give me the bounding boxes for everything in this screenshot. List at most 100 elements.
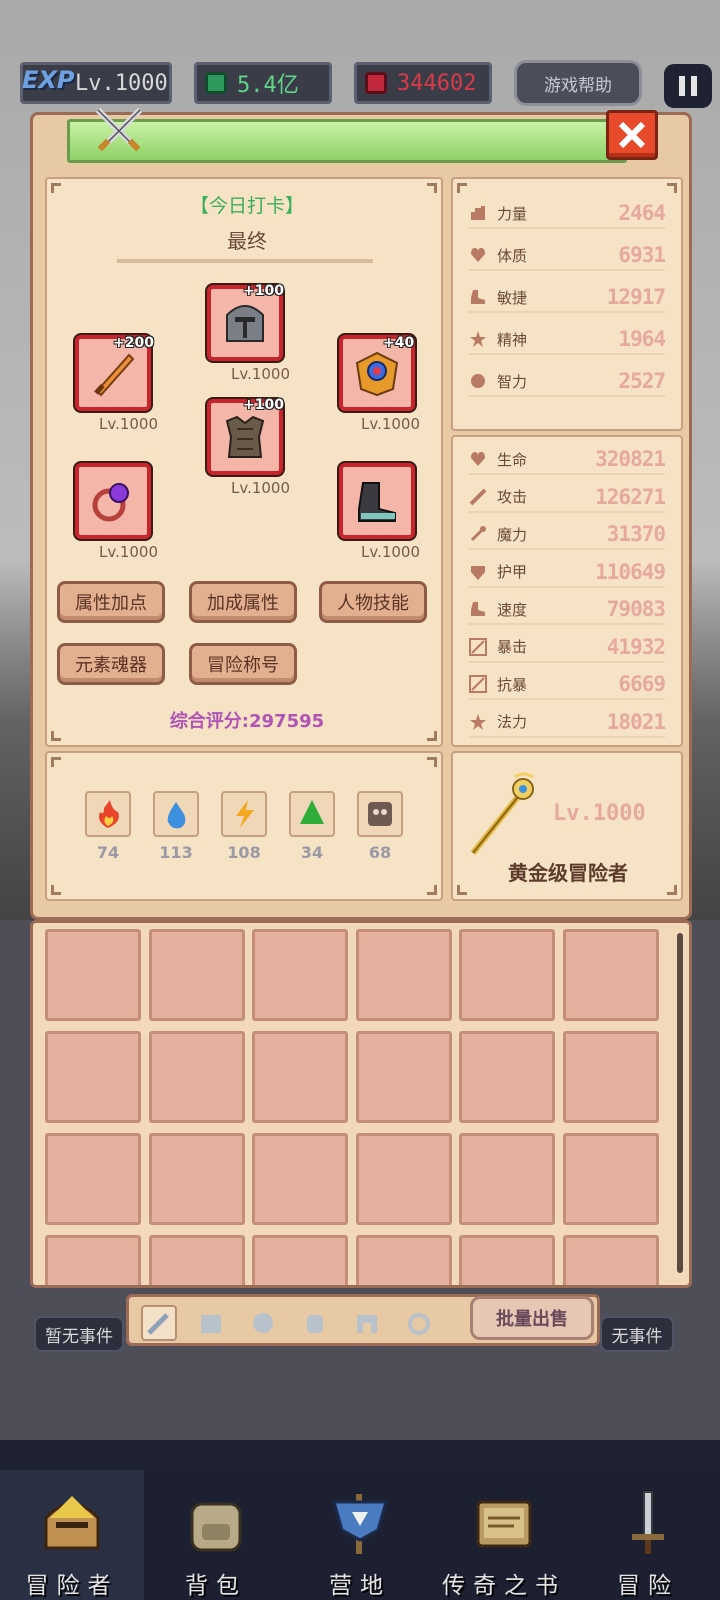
element-value: 68 bbox=[368, 843, 392, 862]
boots-slot[interactable] bbox=[339, 463, 415, 539]
inventory-scrollbar[interactable] bbox=[677, 933, 683, 1273]
nav-item-0[interactable]: 冒险者 bbox=[0, 1470, 144, 1600]
batch-sell-button[interactable]: 批量出售 bbox=[470, 1296, 594, 1340]
inventory-slot[interactable] bbox=[355, 1235, 452, 1285]
inventory-slot[interactable] bbox=[562, 1235, 659, 1285]
inventory-slot[interactable] bbox=[252, 929, 348, 1021]
inventory-slot[interactable] bbox=[252, 1235, 348, 1285]
inventory-slot[interactable] bbox=[148, 1133, 245, 1225]
tab-armor[interactable] bbox=[193, 1305, 229, 1341]
stat-row: 力量 2464 bbox=[469, 199, 666, 229]
attr-points-button[interactable]: 属性加点 bbox=[57, 581, 165, 623]
armor-icon bbox=[201, 1315, 221, 1333]
sword-icon bbox=[632, 1491, 664, 1554]
tab-rings[interactable] bbox=[401, 1305, 437, 1341]
stat-label: 生命 bbox=[497, 450, 528, 469]
pause-icon bbox=[679, 76, 685, 96]
element-earth[interactable]: 34 bbox=[289, 791, 335, 862]
nav-item-3[interactable]: 传奇之书 bbox=[432, 1470, 576, 1600]
inventory-slot[interactable] bbox=[355, 1133, 452, 1225]
stat-label: 精神 bbox=[497, 330, 528, 349]
stat-value: 6931 bbox=[618, 243, 666, 267]
crossed-swords-icon bbox=[95, 107, 143, 152]
nav-item-4[interactable]: 冒险 bbox=[576, 1470, 720, 1600]
element-icon-box bbox=[221, 791, 267, 837]
amulet-enhance: +40 bbox=[383, 335, 415, 351]
inventory-slot[interactable] bbox=[252, 1031, 348, 1123]
nav-label: 冒险者 bbox=[25, 1573, 119, 1599]
element-dark[interactable]: 68 bbox=[357, 791, 403, 862]
base-stats-section: 力量 2464 体质 6931 敏捷 12917 精神 1964 智力 2527 bbox=[451, 177, 683, 431]
stat-label: 暴击 bbox=[497, 638, 528, 656]
pause-button[interactable] bbox=[664, 64, 712, 108]
tab-helmets[interactable] bbox=[245, 1305, 281, 1341]
exp-icon: EXP bbox=[22, 66, 75, 94]
inventory-slot[interactable] bbox=[562, 1133, 659, 1225]
inventory-slot[interactable] bbox=[459, 1133, 555, 1225]
brain-icon bbox=[471, 374, 485, 388]
inventory-grid bbox=[30, 920, 692, 1288]
boot-icon bbox=[471, 290, 485, 304]
stat-row: 精神 1964 bbox=[469, 325, 666, 355]
helmet-level: Lv.1000 bbox=[231, 365, 291, 383]
inventory-slot[interactable] bbox=[148, 1235, 245, 1285]
tab-boots[interactable] bbox=[349, 1305, 385, 1341]
inventory-slot[interactable] bbox=[148, 1031, 245, 1123]
stat-row: 法力 18021 bbox=[469, 708, 666, 738]
close-button[interactable] bbox=[606, 110, 658, 160]
stat-row: 智力 2527 bbox=[469, 367, 666, 397]
crit-icon bbox=[469, 675, 487, 693]
ruby-icon bbox=[365, 72, 387, 94]
boot-icon bbox=[471, 602, 485, 616]
element-fire[interactable]: 74 bbox=[85, 791, 131, 862]
character-panel: 【今日打卡】 最终 +200 Lv.1000 +100 Lv.1000 +40 … bbox=[30, 112, 692, 920]
inventory-slot[interactable] bbox=[355, 929, 452, 1021]
stat-row: 魔力 31370 bbox=[469, 520, 666, 550]
ring-icon bbox=[92, 483, 129, 522]
rank-name: 黄金级冒险者 bbox=[508, 861, 628, 885]
rank-section: Lv.1000 黄金级冒险者 bbox=[451, 751, 683, 901]
inventory-slot[interactable] bbox=[459, 1031, 555, 1123]
element-water[interactable]: 113 bbox=[153, 791, 199, 862]
divider bbox=[117, 259, 373, 263]
inventory-slot[interactable] bbox=[148, 929, 245, 1021]
daily-checkin-link[interactable]: 【今日打卡】 bbox=[47, 191, 447, 218]
adv-title-button[interactable]: 冒险称号 bbox=[189, 643, 297, 685]
inventory-slot[interactable] bbox=[45, 1133, 141, 1225]
stat-label: 敏捷 bbox=[497, 288, 528, 307]
armor-icon bbox=[225, 415, 265, 458]
inventory-slot[interactable] bbox=[562, 1031, 659, 1123]
inventory-slot[interactable] bbox=[45, 929, 141, 1021]
game-help-button[interactable]: 游戏帮助 bbox=[514, 60, 642, 106]
char-skills-button[interactable]: 人物技能 bbox=[319, 581, 427, 623]
ring-slot[interactable] bbox=[75, 463, 151, 539]
event-right: 无事件 bbox=[600, 1316, 674, 1352]
bonus-attr-button[interactable]: 加成属性 bbox=[189, 581, 297, 623]
player-level: Lv.1000 bbox=[75, 70, 168, 96]
element-soul-button[interactable]: 元素魂器 bbox=[57, 643, 165, 685]
inventory-slot[interactable] bbox=[459, 929, 555, 1021]
inventory-slot[interactable] bbox=[45, 1031, 141, 1123]
tab-accessories[interactable] bbox=[297, 1305, 333, 1341]
stat-row: 攻击 126271 bbox=[469, 483, 666, 513]
shield-icon bbox=[471, 565, 485, 580]
nav-item-1[interactable]: 背包 bbox=[144, 1470, 288, 1600]
nav-label: 冒险 bbox=[617, 1573, 679, 1599]
stat-value: 18021 bbox=[606, 709, 666, 734]
nav-item-2[interactable]: 营地 bbox=[288, 1470, 432, 1600]
element-lightning[interactable]: 108 bbox=[221, 791, 267, 862]
element-icon-box bbox=[85, 791, 131, 837]
inventory-slot[interactable] bbox=[562, 929, 659, 1021]
inventory-slot[interactable] bbox=[45, 1235, 141, 1285]
stat-label: 法力 bbox=[497, 713, 528, 731]
water-icon bbox=[167, 802, 186, 829]
boots-icon bbox=[358, 482, 396, 522]
lightning-icon bbox=[236, 800, 254, 828]
overall-score: 综合评分:297595 bbox=[169, 711, 325, 732]
inventory-slot[interactable] bbox=[252, 1133, 348, 1225]
armor-enhance: +100 bbox=[243, 397, 284, 413]
inventory-slot[interactable] bbox=[459, 1235, 555, 1285]
inventory-slot[interactable] bbox=[355, 1031, 452, 1123]
tab-weapons[interactable] bbox=[141, 1305, 177, 1341]
combat-stats-section: 生命 320821 攻击 126271 魔力 31370 护甲 110649 速度 79083 暴击… bbox=[451, 435, 683, 747]
